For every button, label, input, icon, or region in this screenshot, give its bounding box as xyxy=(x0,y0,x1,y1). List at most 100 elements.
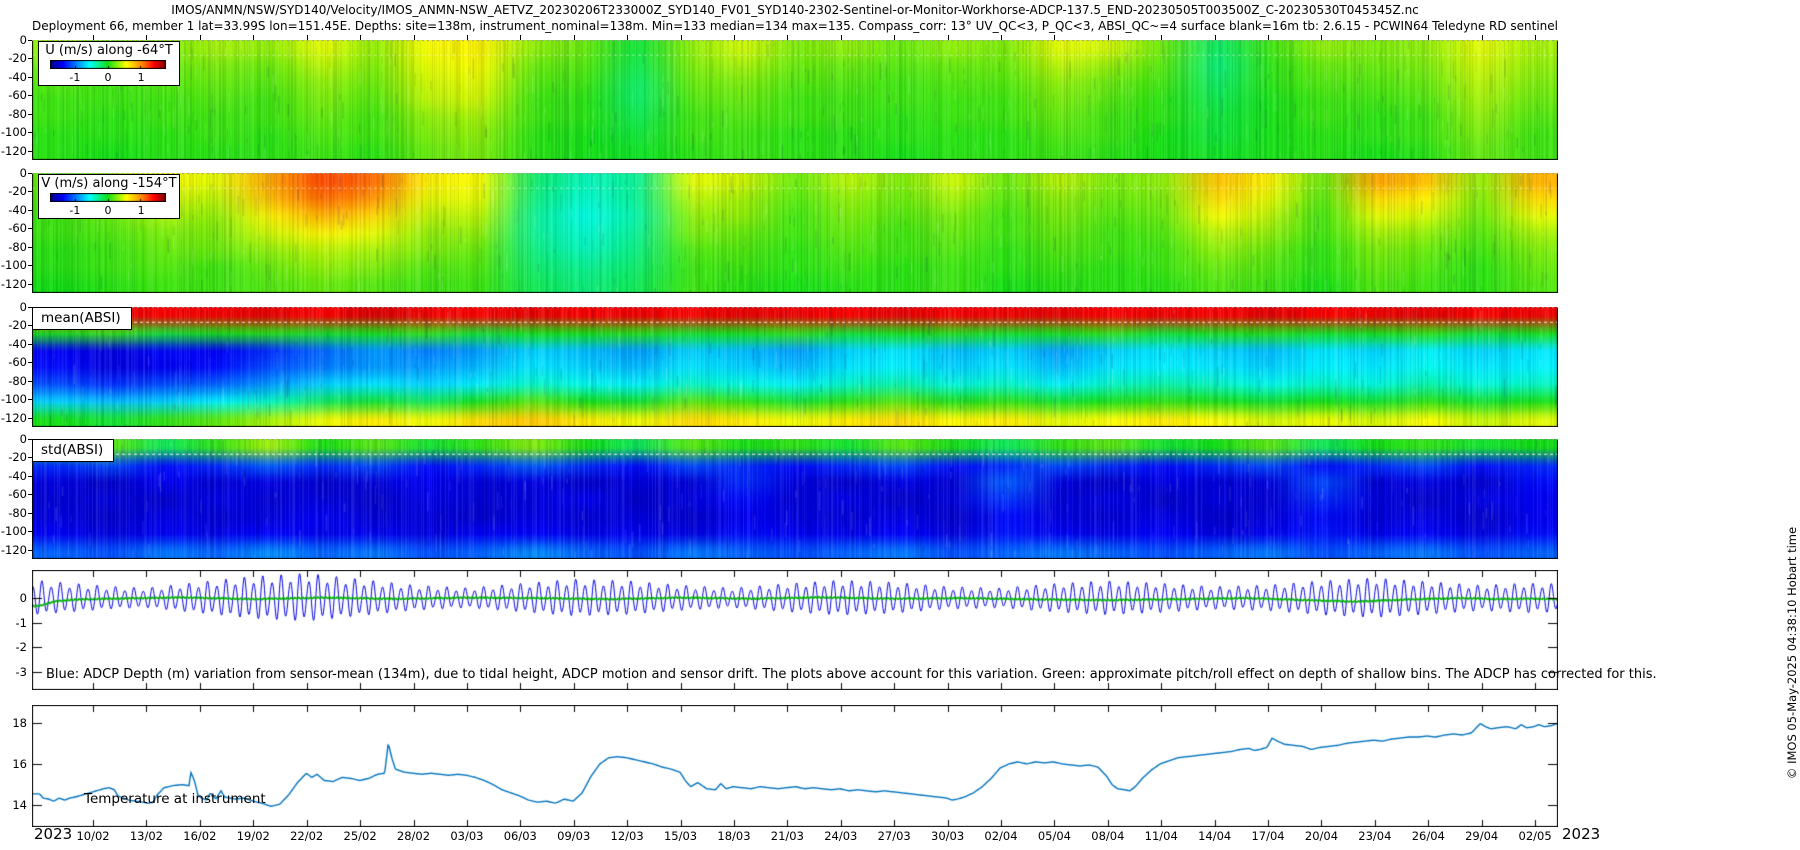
copyright-vertical-text: © IMOS 05-May-2025 04:38:10 Hobart time xyxy=(1785,526,1799,780)
temperature-chart xyxy=(32,705,1558,827)
depth-variation-annotation: Blue: ADCP Depth (m) variation from sens… xyxy=(46,667,1657,682)
y-tick-label: -120 xyxy=(0,143,27,158)
y-tick-label: -120 xyxy=(0,410,27,425)
panel-u-velocity: U (m/s) along -64°T -1 0 1 xyxy=(32,40,1558,160)
x-tick-mark-top xyxy=(93,35,94,40)
y-tick-mark xyxy=(28,513,32,514)
x-tick-mark-top xyxy=(1321,35,1322,40)
adcp-summary-figure: IMOS/ANMN/NSW/SYD140/Velocity/IMOS_ANMN-… xyxy=(0,0,1800,850)
figure-title: IMOS/ANMN/NSW/SYD140/Velocity/IMOS_ANMN-… xyxy=(171,3,1419,17)
x-tick-mark-top xyxy=(307,35,308,40)
y-tick-label: -3 xyxy=(15,664,27,679)
y-tick-label: 16 xyxy=(12,756,27,771)
x-tick-label: 06/03 xyxy=(503,829,537,843)
y-tick-label: -120 xyxy=(0,542,27,557)
x-tick-label: 23/04 xyxy=(1358,829,1392,843)
x-tick-label: 25/02 xyxy=(343,829,377,843)
x-tick-mark-top xyxy=(253,35,254,40)
x-tick-label: 02/04 xyxy=(984,829,1018,843)
y-tick-mark xyxy=(28,191,32,192)
y-tick-label: -80 xyxy=(8,239,27,254)
panel-depth-variation: Blue: ADCP Depth (m) variation from sens… xyxy=(32,570,1657,690)
u-velocity-legend: U (m/s) along -64°T -1 0 1 xyxy=(38,41,180,86)
panel-v-velocity: V (m/s) along -154°T -1 0 1 xyxy=(32,173,1558,293)
x-tick-mark-top xyxy=(894,35,895,40)
x-tick-label: 24/03 xyxy=(824,829,858,843)
y-tick-mark xyxy=(28,77,32,78)
x-tick-mark-top xyxy=(681,35,682,40)
x-tick-mark-top xyxy=(360,35,361,40)
y-tick-label: 18 xyxy=(12,715,27,730)
y-tick-label: -20 xyxy=(8,51,27,66)
u-velocity-heatmap xyxy=(32,40,1558,160)
y-tick-mark xyxy=(28,210,32,211)
y-tick-label: -60 xyxy=(8,355,27,370)
x-tick-mark-top xyxy=(146,35,147,40)
y-tick-label: 0 xyxy=(19,591,27,606)
x-tick-label: 21/03 xyxy=(770,829,804,843)
x-tick-label: 13/02 xyxy=(129,829,164,843)
y-tick-mark xyxy=(28,40,32,41)
y-tick-label: -100 xyxy=(0,524,27,539)
y-tick-mark xyxy=(28,95,32,96)
y-tick-mark xyxy=(28,132,32,133)
y-tick-label: 0 xyxy=(19,33,27,47)
y-tick-mark xyxy=(28,173,32,174)
y-tick-label: -1 xyxy=(15,615,27,630)
y-tick-label: -120 xyxy=(0,276,27,291)
y-tick-label: -40 xyxy=(8,69,27,84)
std-absi-label: std(ABSI) xyxy=(32,439,115,462)
y-tick-label: -40 xyxy=(8,202,27,217)
x-tick-label: 16/02 xyxy=(183,829,217,843)
x-tick-mark-top xyxy=(734,35,735,40)
y-tick-mark xyxy=(28,151,32,152)
v-velocity-legend-title: V (m/s) along -154°T xyxy=(41,176,177,191)
colorbar-tick-label: 0 xyxy=(104,204,112,217)
u-velocity-colorbar-labels: -1 0 1 xyxy=(50,71,166,84)
x-tick-label: 09/03 xyxy=(557,829,591,843)
panel-mean-absi: mean(ABSI) xyxy=(32,307,1558,427)
colorbar-tick-label: -1 xyxy=(69,204,81,217)
y-tick-label: -100 xyxy=(0,258,27,273)
x-tick-mark-top xyxy=(1375,35,1376,40)
y-tick-label: -20 xyxy=(8,450,27,465)
x-tick-mark-top xyxy=(467,35,468,40)
y-tick-label: -60 xyxy=(8,221,27,236)
x-tick-label: 11/04 xyxy=(1144,829,1178,843)
x-tick-label: 08/04 xyxy=(1091,829,1125,843)
y-tick-label: 0 xyxy=(19,300,27,314)
y-tick-label: 0 xyxy=(19,432,27,446)
x-tick-mark-top xyxy=(841,35,842,40)
x-tick-label: 05/04 xyxy=(1037,829,1071,843)
x-tick-label: 14/04 xyxy=(1198,829,1232,843)
temperature-label: Temperature at instrument xyxy=(84,791,266,807)
x-tick-label: 15/03 xyxy=(663,829,698,843)
y-tick-label: -60 xyxy=(8,88,27,103)
mean-absi-heatmap xyxy=(32,307,1558,427)
x-tick-mark-top xyxy=(1215,35,1216,40)
x-tick-mark-top xyxy=(948,35,949,40)
figure-subtitle: Deployment 66, member 1 lat=33.99S lon=1… xyxy=(32,19,1559,33)
x-axis-year-right: 2023 xyxy=(1562,825,1601,843)
x-tick-mark-top xyxy=(1161,35,1162,40)
x-tick-mark-top xyxy=(1482,35,1483,40)
y-tick-label: 0 xyxy=(19,166,27,180)
x-tick-label: 12/03 xyxy=(610,829,644,843)
y-tick-mark xyxy=(28,494,32,495)
v-velocity-heatmap xyxy=(32,173,1558,293)
x-tick-label: 19/02 xyxy=(236,829,270,843)
x-tick-mark-top xyxy=(414,35,415,40)
x-tick-mark-top xyxy=(1054,35,1055,40)
colorbar-tick-label: 1 xyxy=(137,71,145,84)
y-tick-mark xyxy=(28,284,32,285)
u-velocity-colorbar xyxy=(50,60,166,69)
x-tick-label: 17/04 xyxy=(1251,829,1285,843)
colorbar-tick-label: 0 xyxy=(104,71,112,84)
y-tick-label: -80 xyxy=(8,505,27,520)
std-absi-heatmap xyxy=(32,439,1558,559)
y-tick-label: -2 xyxy=(15,640,27,655)
y-tick-label: -40 xyxy=(8,468,27,483)
y-tick-mark xyxy=(28,381,32,382)
x-tick-mark-top xyxy=(574,35,575,40)
y-tick-mark xyxy=(28,476,32,477)
